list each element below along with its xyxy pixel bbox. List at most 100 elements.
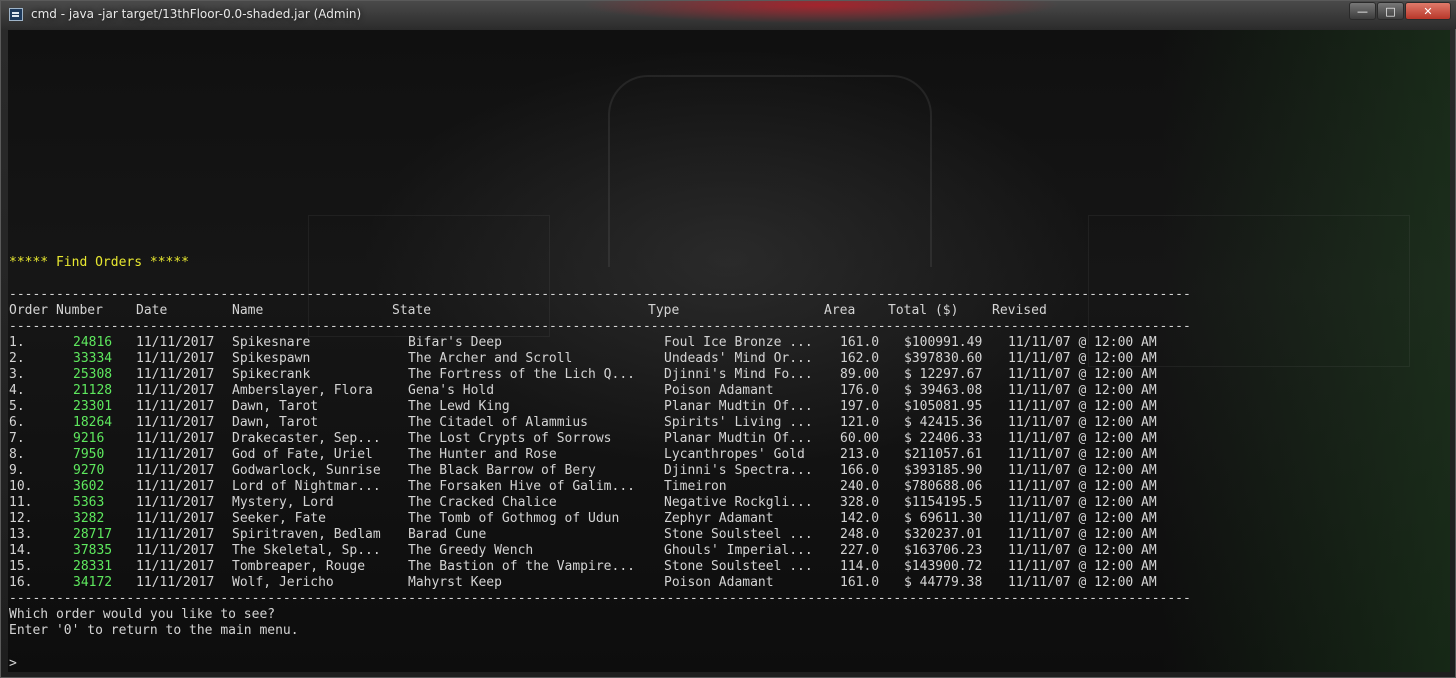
- row-type: Planar Mudtin Of...: [664, 399, 813, 414]
- row-name: Spikecrank: [232, 367, 311, 382]
- title-bar[interactable]: cmd - java -jar target/13thFloor-0.0-sha…: [1, 1, 1456, 29]
- row-order-number: 28331: [73, 559, 113, 574]
- row-area: 213.0: [840, 447, 880, 462]
- table-row: 15. 28331 11/11/2017 Tombreaper, Rouge The B…: [9, 559, 1209, 575]
- row-type: Stone Soulsteel ...: [664, 559, 813, 574]
- table-row: 11. 5363 11/11/2017 Mystery, Lord The Cracke…: [9, 495, 1209, 511]
- row-index: 2.: [9, 351, 25, 366]
- table-row: 1. 24816 11/11/2017 Spikesnare Bifar's Deep F…: [9, 335, 1209, 351]
- row-index: 1.: [9, 335, 25, 350]
- row-order-number: 7950: [73, 447, 105, 462]
- input-prompt[interactable]: >: [9, 656, 17, 671]
- row-date: 11/11/2017: [136, 463, 215, 478]
- row-date: 11/11/2017: [136, 575, 215, 590]
- row-area: 197.0: [840, 399, 880, 414]
- row-order-number: 3602: [73, 479, 105, 494]
- row-state: The Cracked Chalice: [408, 495, 557, 510]
- row-name: Spikespawn: [232, 351, 311, 366]
- row-order-number: 33334: [73, 351, 113, 366]
- col-area: Area: [824, 303, 856, 318]
- close-button[interactable]: ✕: [1405, 2, 1451, 20]
- row-state: The Greedy Wench: [408, 543, 534, 558]
- row-date: 11/11/2017: [136, 415, 215, 430]
- row-name: Spikesnare: [232, 335, 311, 350]
- row-revised: 11/11/07 @ 12:00 AM: [1008, 447, 1157, 462]
- table-row: 4. 21128 11/11/2017 Amberslayer, Flora Gena'…: [9, 383, 1209, 399]
- row-index: 9.: [9, 463, 25, 478]
- row-name: Lord of Nightmar...: [232, 479, 381, 494]
- row-name: Godwarlock, Sunrise: [232, 463, 381, 478]
- row-state: Bifar's Deep: [408, 335, 502, 350]
- row-order-number: 37835: [73, 543, 113, 558]
- row-total: $163706.23: [904, 543, 983, 558]
- col-state: State: [392, 303, 432, 318]
- col-name: Name: [232, 303, 264, 318]
- row-order-number: 28717: [73, 527, 113, 542]
- row-index: 12.: [9, 511, 33, 526]
- row-index: 14.: [9, 543, 33, 558]
- table-row: 14. 37835 11/11/2017 The Skeletal, Sp... The…: [9, 543, 1209, 559]
- row-state: The Lost Crypts of Sorrows: [408, 431, 612, 446]
- row-state: The Lewd King: [408, 399, 510, 414]
- row-name: Dawn, Tarot: [232, 415, 319, 430]
- table-header: Order Number Date Name State Type Area T…: [9, 303, 1209, 319]
- row-date: 11/11/2017: [136, 479, 215, 494]
- table-row: 6. 18264 11/11/2017 Dawn, Tarot The Citadel …: [9, 415, 1209, 431]
- row-state: The Forsaken Hive of Galim...: [408, 479, 635, 494]
- row-index: 13.: [9, 527, 33, 542]
- row-area: 328.0: [840, 495, 880, 510]
- row-revised: 11/11/07 @ 12:00 AM: [1008, 479, 1157, 494]
- row-type: Zephyr Adamant: [664, 511, 774, 526]
- row-type: Poison Adamant: [664, 383, 774, 398]
- row-revised: 11/11/07 @ 12:00 AM: [1008, 527, 1157, 542]
- table-row: 10. 3602 11/11/2017 Lord of Nightmar... The …: [9, 479, 1209, 495]
- row-total: $320237.01: [904, 527, 983, 542]
- console-output[interactable]: ***** Find Orders ***** ----------------…: [8, 30, 1450, 672]
- row-total: $ 22406.33: [904, 431, 983, 446]
- row-revised: 11/11/07 @ 12:00 AM: [1008, 335, 1157, 350]
- row-name: The Skeletal, Sp...: [232, 543, 381, 558]
- table-row: 8. 7950 11/11/2017 God of Fate, Uriel The Hu…: [9, 447, 1209, 463]
- row-order-number: 5363: [73, 495, 105, 510]
- row-order-number: 25308: [73, 367, 113, 382]
- row-index: 11.: [9, 495, 33, 510]
- row-type: Ghouls' Imperial...: [664, 543, 813, 558]
- maximize-button[interactable]: □: [1377, 2, 1404, 20]
- row-area: 162.0: [840, 351, 880, 366]
- minimize-button[interactable]: —: [1349, 2, 1376, 20]
- row-order-number: 21128: [73, 383, 113, 398]
- row-state: The Bastion of the Vampire...: [408, 559, 635, 574]
- row-name: Amberslayer, Flora: [232, 383, 373, 398]
- row-revised: 11/11/07 @ 12:00 AM: [1008, 543, 1157, 558]
- row-index: 16.: [9, 575, 33, 590]
- row-name: Dawn, Tarot: [232, 399, 319, 414]
- row-total: $393185.90: [904, 463, 983, 478]
- row-type: Foul Ice Bronze ...: [664, 335, 813, 350]
- row-type: Poison Adamant: [664, 575, 774, 590]
- row-date: 11/11/2017: [136, 447, 215, 462]
- row-name: God of Fate, Uriel: [232, 447, 373, 462]
- row-total: $143900.72: [904, 559, 983, 574]
- cmd-icon[interactable]: [9, 8, 23, 21]
- row-area: 114.0: [840, 559, 880, 574]
- row-index: 5.: [9, 399, 25, 414]
- table-row: 7. 9216 11/11/2017 Drakecaster, Sep... The L…: [9, 431, 1209, 447]
- row-area: 248.0: [840, 527, 880, 542]
- row-total: $397830.60: [904, 351, 983, 366]
- row-order-number: 23301: [73, 399, 113, 414]
- table-row: 9. 9270 11/11/2017 Godwarlock, Sunrise The B…: [9, 463, 1209, 479]
- row-total: $105081.95: [904, 399, 983, 414]
- row-revised: 11/11/07 @ 12:00 AM: [1008, 575, 1157, 590]
- row-type: Undeads' Mind Or...: [664, 351, 813, 366]
- row-type: Timeiron: [664, 479, 727, 494]
- row-total: $ 69611.30: [904, 511, 983, 526]
- row-area: 121.0: [840, 415, 880, 430]
- row-name: Wolf, Jericho: [232, 575, 334, 590]
- row-state: The Fortress of the Lich Q...: [408, 367, 635, 382]
- row-order-number: 3282: [73, 511, 105, 526]
- row-revised: 11/11/07 @ 12:00 AM: [1008, 495, 1157, 510]
- row-order-number: 34172: [73, 575, 113, 590]
- row-index: 15.: [9, 559, 33, 574]
- row-revised: 11/11/07 @ 12:00 AM: [1008, 463, 1157, 478]
- row-name: Mystery, Lord: [232, 495, 334, 510]
